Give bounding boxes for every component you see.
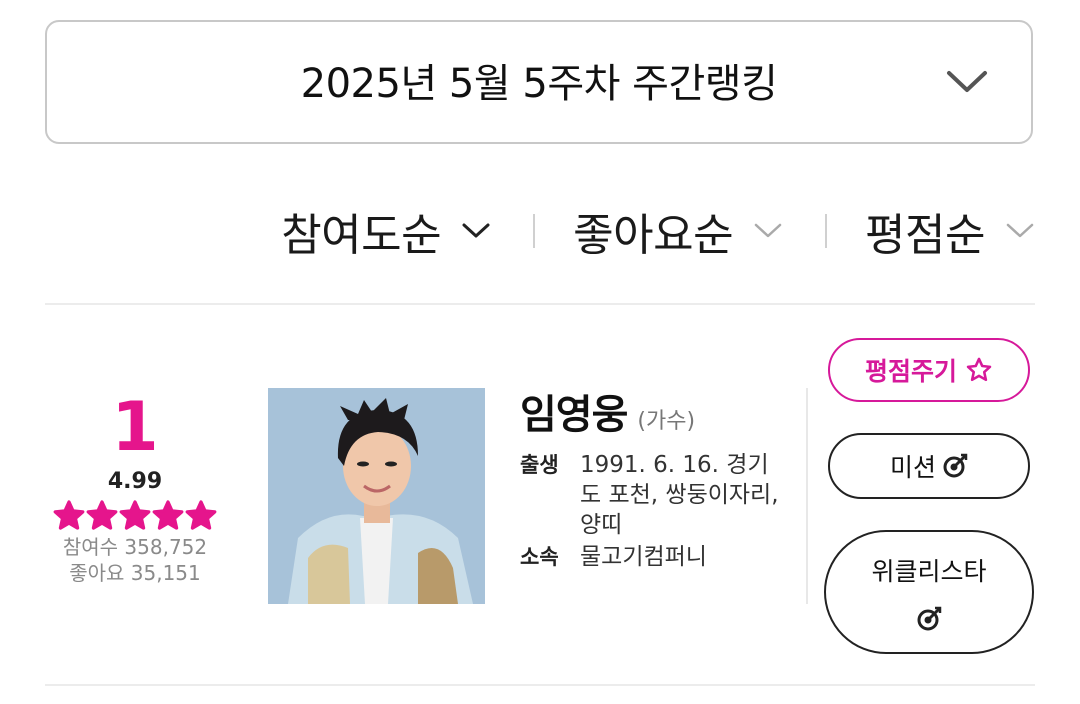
list-divider <box>45 303 1035 305</box>
artist-name[interactable]: 임영웅 <box>520 382 628 440</box>
birth-label: 출생 <box>520 453 559 477</box>
vertical-divider <box>806 388 808 604</box>
chevron-down-icon <box>947 71 987 92</box>
artist-info: 임영웅 (가수) 출생 1991. 6. 16. 경기도 포천, 쌍둥이자리, … <box>520 382 790 572</box>
sort-likes-label: 좋아요순 <box>573 210 734 261</box>
sort-separator <box>825 214 828 248</box>
sort-bar: 참여도순 좋아요순 평점순 <box>281 196 1035 266</box>
participant-count: 참여수 358,752 <box>62 535 208 559</box>
rating-score: 4.99 <box>107 469 163 494</box>
like-count: 좋아요 35,151 <box>69 561 201 585</box>
artist-photo[interactable] <box>268 388 485 604</box>
chevron-down-icon <box>754 223 782 238</box>
birth-value: 1991. 6. 16. 경기도 포천, 쌍둥이자리, 양띠 <box>580 452 779 538</box>
list-divider <box>45 684 1035 686</box>
agency-label: 소속 <box>520 545 559 569</box>
sort-participation-label: 참여도순 <box>281 210 442 261</box>
sort-likes[interactable]: 좋아요순 <box>573 199 783 263</box>
sort-participation[interactable]: 참여도순 <box>281 199 491 263</box>
rank-column: 1 4.99 참여수 358,752 좋아요 35,151 <box>45 388 225 586</box>
week-selector-label: 2025년 5월 5주차 주간랭킹 <box>300 61 778 107</box>
target-icon <box>943 453 968 478</box>
artist-photo-image <box>268 388 485 604</box>
target-icon <box>917 606 942 631</box>
mission-button[interactable]: 미션 <box>828 433 1030 499</box>
star-filled-icon <box>152 500 184 530</box>
star-filled-icon <box>185 500 217 530</box>
star-filled-icon <box>53 500 85 530</box>
rate-button-label: 평점주기 <box>864 357 957 386</box>
mission-button-label: 미션 <box>889 453 936 482</box>
star-outline-icon <box>966 357 992 382</box>
chevron-down-icon <box>462 223 490 238</box>
sort-rating-label: 평점순 <box>865 210 985 261</box>
sort-rating[interactable]: 평점순 <box>865 199 1035 263</box>
weekly-star-button[interactable]: 위클리스타 <box>824 530 1034 654</box>
rank-number: 1 <box>111 388 159 467</box>
star-filled-icon <box>86 500 118 530</box>
star-filled-icon <box>119 500 151 530</box>
rating-stars <box>45 500 225 534</box>
rate-button[interactable]: 평점주기 <box>828 338 1030 402</box>
sort-separator <box>533 214 536 248</box>
week-selector[interactable]: 2025년 5월 5주차 주간랭킹 <box>45 20 1033 144</box>
weekly-star-button-label: 위클리스타 <box>871 557 987 586</box>
agency-value: 물고기컴퍼니 <box>580 544 707 570</box>
chevron-down-icon <box>1006 223 1034 238</box>
artist-job: (가수) <box>637 409 696 434</box>
